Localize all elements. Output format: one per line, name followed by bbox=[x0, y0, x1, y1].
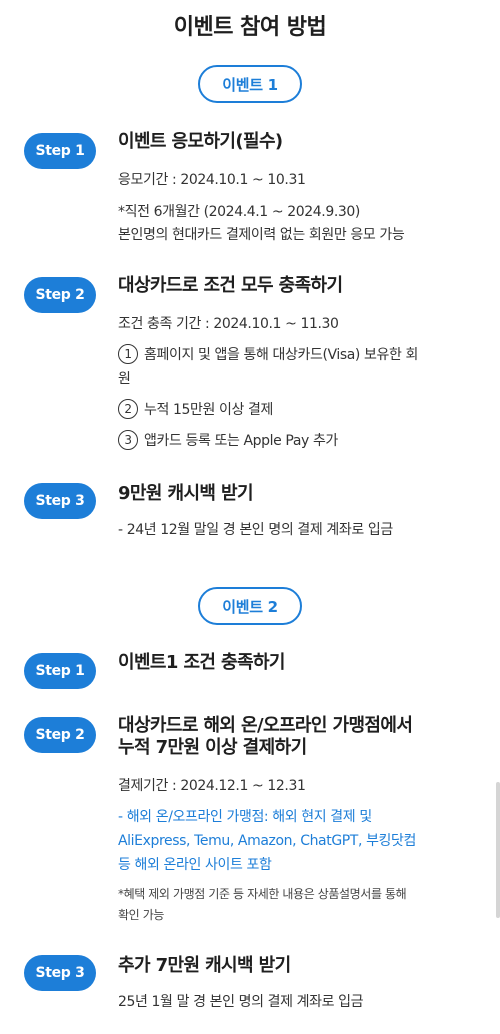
condition-item: 2 누적 15만원 이상 결제 bbox=[118, 399, 273, 421]
step-badge: Step 3 bbox=[24, 483, 96, 519]
step-title: 누적 7만원 이상 결제하기 bbox=[118, 737, 307, 758]
circled-number: 2 bbox=[118, 399, 138, 419]
condition-text: 앱카드 등록 또는 Apple Pay 추가 bbox=[144, 433, 338, 449]
merchant-info: 등 해외 온라인 사이트 포함 bbox=[118, 857, 272, 873]
step-badge: Step 1 bbox=[24, 653, 96, 689]
merchant-info: - 해외 온/오프라인 가맹점: 해외 현지 결제 및 bbox=[118, 809, 372, 825]
footnote: *혜택 제외 가맹점 기준 등 자세한 내용은 상품설명서를 통해 bbox=[118, 887, 407, 901]
step-title: 9만원 캐시백 받기 bbox=[118, 483, 254, 504]
step-badge: Step 1 bbox=[24, 133, 96, 169]
step-badge: Step 2 bbox=[24, 717, 96, 753]
step-detail: - 24년 12월 말일 경 본인 명의 결제 계좌로 입금 bbox=[118, 522, 393, 538]
step-period: 조건 충족 기간 : 2024.10.1 ~ 11.30 bbox=[118, 316, 339, 332]
step-title: 대상카드로 해외 온/오프라인 가맹점에서 bbox=[118, 715, 413, 736]
step-title: 추가 7만원 캐시백 받기 bbox=[118, 955, 291, 976]
step-detail: 본인명의 현대카드 결제이력 없는 회원만 응모 가능 bbox=[118, 227, 405, 243]
step-title: 이벤트 응모하기(필수) bbox=[118, 131, 283, 152]
step-badge: Step 3 bbox=[24, 955, 96, 991]
condition-item: 3 앱카드 등록 또는 Apple Pay 추가 bbox=[118, 430, 338, 452]
step-detail: 25년 1월 말 경 본인 명의 결제 계좌로 입금 bbox=[118, 994, 364, 1010]
event-2-label: 이벤트 2 bbox=[198, 587, 302, 625]
scrollbar[interactable] bbox=[496, 782, 500, 918]
step-badge: Step 2 bbox=[24, 277, 96, 313]
step-title: 이벤트1 조건 충족하기 bbox=[118, 652, 286, 673]
step-period: 결제기간 : 2024.12.1 ~ 12.31 bbox=[118, 778, 306, 794]
page-title: 이벤트 참여 방법 bbox=[173, 15, 327, 40]
circled-number: 3 bbox=[118, 430, 138, 450]
condition-text: 홈페이지 및 앱을 통해 대상카드(Visa) 보유한 회 bbox=[144, 347, 419, 363]
step-title: 대상카드로 조건 모두 충족하기 bbox=[118, 275, 343, 296]
merchant-info: AliExpress, Temu, Amazon, ChatGPT, 부킹닷컴 bbox=[118, 833, 416, 849]
step-detail: *직전 6개월간 (2024.4.1 ~ 2024.9.30) bbox=[118, 204, 360, 220]
footnote: 확인 가능 bbox=[118, 908, 164, 922]
condition-text: 누적 15만원 이상 결제 bbox=[144, 402, 274, 418]
circled-number: 1 bbox=[118, 344, 138, 364]
condition-item: 1 홈페이지 및 앱을 통해 대상카드(Visa) 보유한 회 bbox=[118, 344, 418, 366]
step-detail: 응모기간 : 2024.10.1 ~ 10.31 bbox=[118, 172, 306, 188]
condition-text-cont: 원 bbox=[118, 371, 131, 387]
event-1-label: 이벤트 1 bbox=[198, 65, 302, 103]
